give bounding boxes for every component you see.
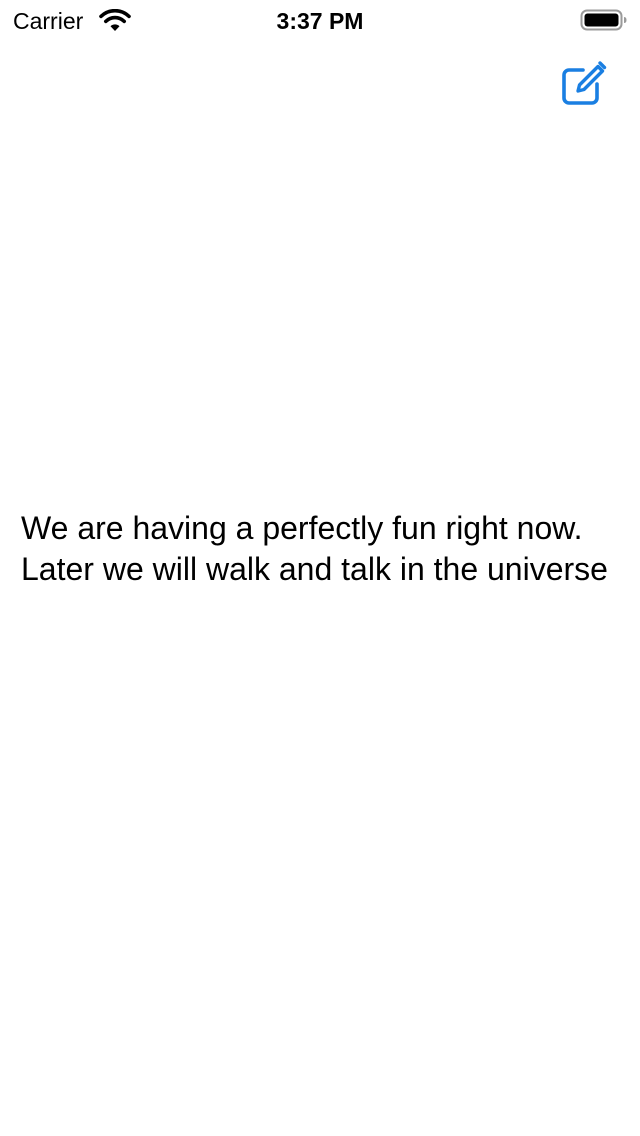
compose-button[interactable] — [556, 58, 608, 110]
message-text: We are having a perfectly fun right now.… — [21, 510, 608, 587]
battery-icon — [580, 8, 628, 32]
compose-icon — [556, 58, 608, 110]
status-bar: Carrier 3:37 PM — [0, 0, 640, 40]
status-time: 3:37 PM — [276, 8, 364, 34]
